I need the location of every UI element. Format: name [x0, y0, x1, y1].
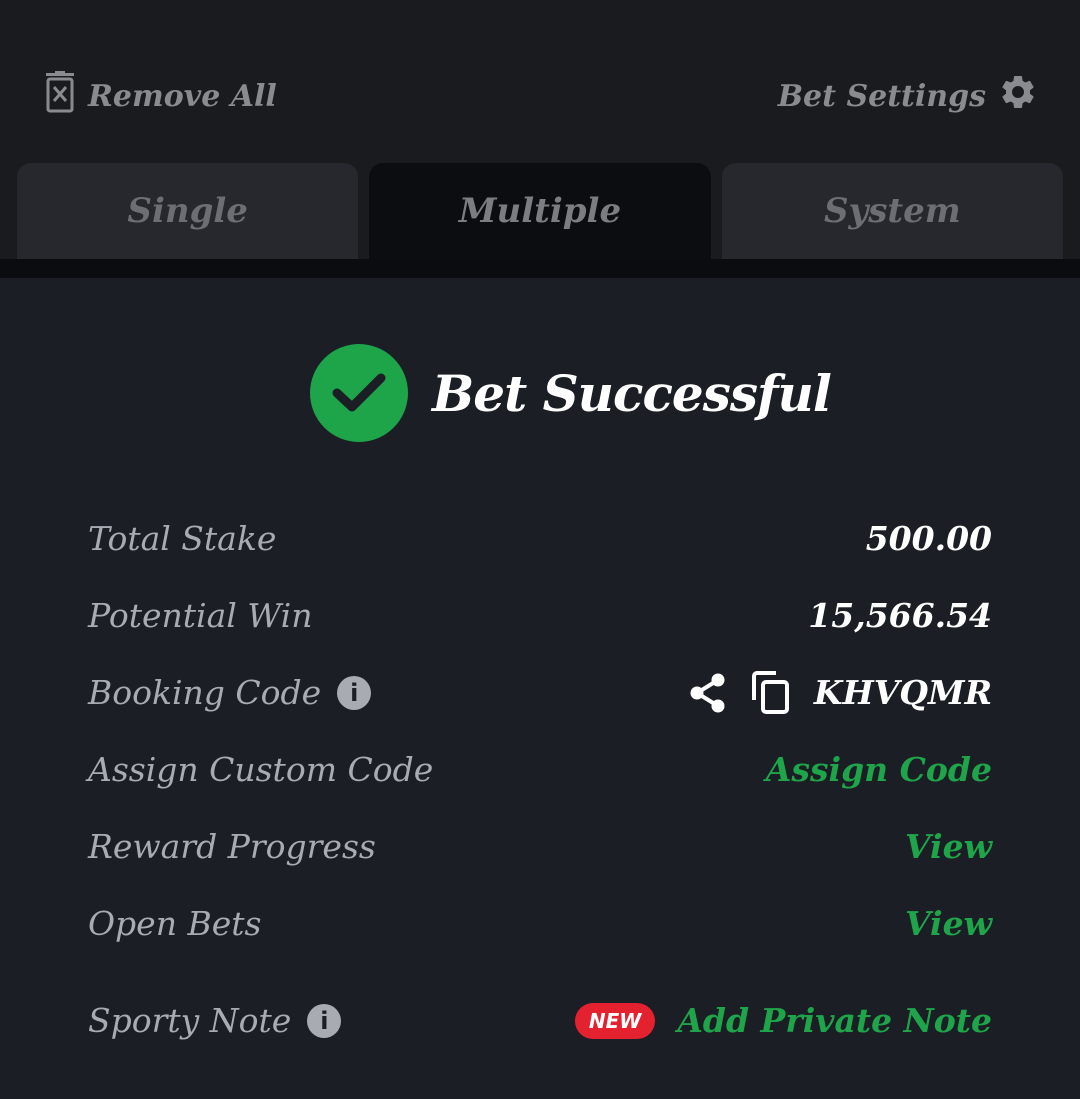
potential-win-label: Potential Win [88, 596, 313, 635]
add-private-note-link[interactable]: Add Private Note [677, 1001, 992, 1040]
bet-type-tabs: Single Multiple System [17, 163, 1063, 259]
check-circle-icon [310, 344, 408, 442]
booking-code-value: KHVQMR [813, 673, 992, 712]
reward-progress-label: Reward Progress [88, 827, 376, 866]
bet-success-banner: Bet Successful [310, 344, 832, 442]
trash-x-icon [44, 71, 76, 121]
custom-code-label: Assign Custom Code [88, 750, 434, 789]
bet-settings-button[interactable]: Bet Settings [778, 74, 1038, 118]
open-bets-row: Open Bets View [88, 885, 992, 962]
potential-win-value: 15,566.54 [808, 596, 992, 635]
tab-divider [0, 259, 1080, 278]
sporty-note-row: Sporty Note i NEW Add Private Note [88, 982, 992, 1059]
booking-code-label: Booking Code [88, 673, 322, 712]
add-private-note-group[interactable]: NEW Add Private Note [574, 1001, 992, 1040]
total-stake-row: Total Stake 500.00 [88, 500, 992, 577]
remove-all-label: Remove All [88, 78, 277, 114]
total-stake-label: Total Stake [88, 519, 277, 558]
sporty-note-label-group: Sporty Note i [88, 1001, 342, 1040]
copy-icon[interactable] [750, 670, 792, 716]
total-stake-value: 500.00 [865, 519, 992, 558]
info-icon[interactable]: i [307, 1003, 342, 1038]
open-bets-label: Open Bets [88, 904, 262, 943]
bet-settings-label: Bet Settings [777, 78, 986, 114]
open-bets-view-link[interactable]: View [905, 904, 992, 943]
bet-details-list: Total Stake 500.00 Potential Win 15,566.… [88, 500, 992, 1059]
betslip-header: Remove All Bet Settings Single Multiple … [0, 0, 1080, 259]
booking-code-value-group: KHVQMR [688, 670, 992, 716]
gear-icon [998, 72, 1038, 120]
tab-multiple[interactable]: Multiple [369, 163, 711, 259]
remove-all-button[interactable]: Remove All [44, 71, 277, 121]
tab-single[interactable]: Single [17, 163, 359, 259]
new-badge: NEW [574, 1002, 656, 1039]
sporty-note-label: Sporty Note [88, 1001, 292, 1040]
info-icon[interactable]: i [337, 675, 372, 710]
potential-win-row: Potential Win 15,566.54 [88, 577, 992, 654]
custom-code-row: Assign Custom Code Assign Code [88, 731, 992, 808]
bet-success-title: Bet Successful [432, 363, 832, 423]
reward-progress-row: Reward Progress View [88, 808, 992, 885]
tab-system[interactable]: System [721, 163, 1063, 259]
reward-progress-view-link[interactable]: View [905, 827, 992, 866]
booking-code-label-group: Booking Code i [88, 673, 372, 712]
booking-code-row: Booking Code i KHVQMR [88, 654, 992, 731]
betslip-page: Remove All Bet Settings Single Multiple … [0, 0, 1080, 1099]
assign-code-link[interactable]: Assign Code [766, 750, 992, 789]
bet-confirmation-panel: Bet Successful Total Stake 500.00 Potent… [0, 278, 1080, 1099]
share-icon[interactable] [688, 672, 728, 714]
